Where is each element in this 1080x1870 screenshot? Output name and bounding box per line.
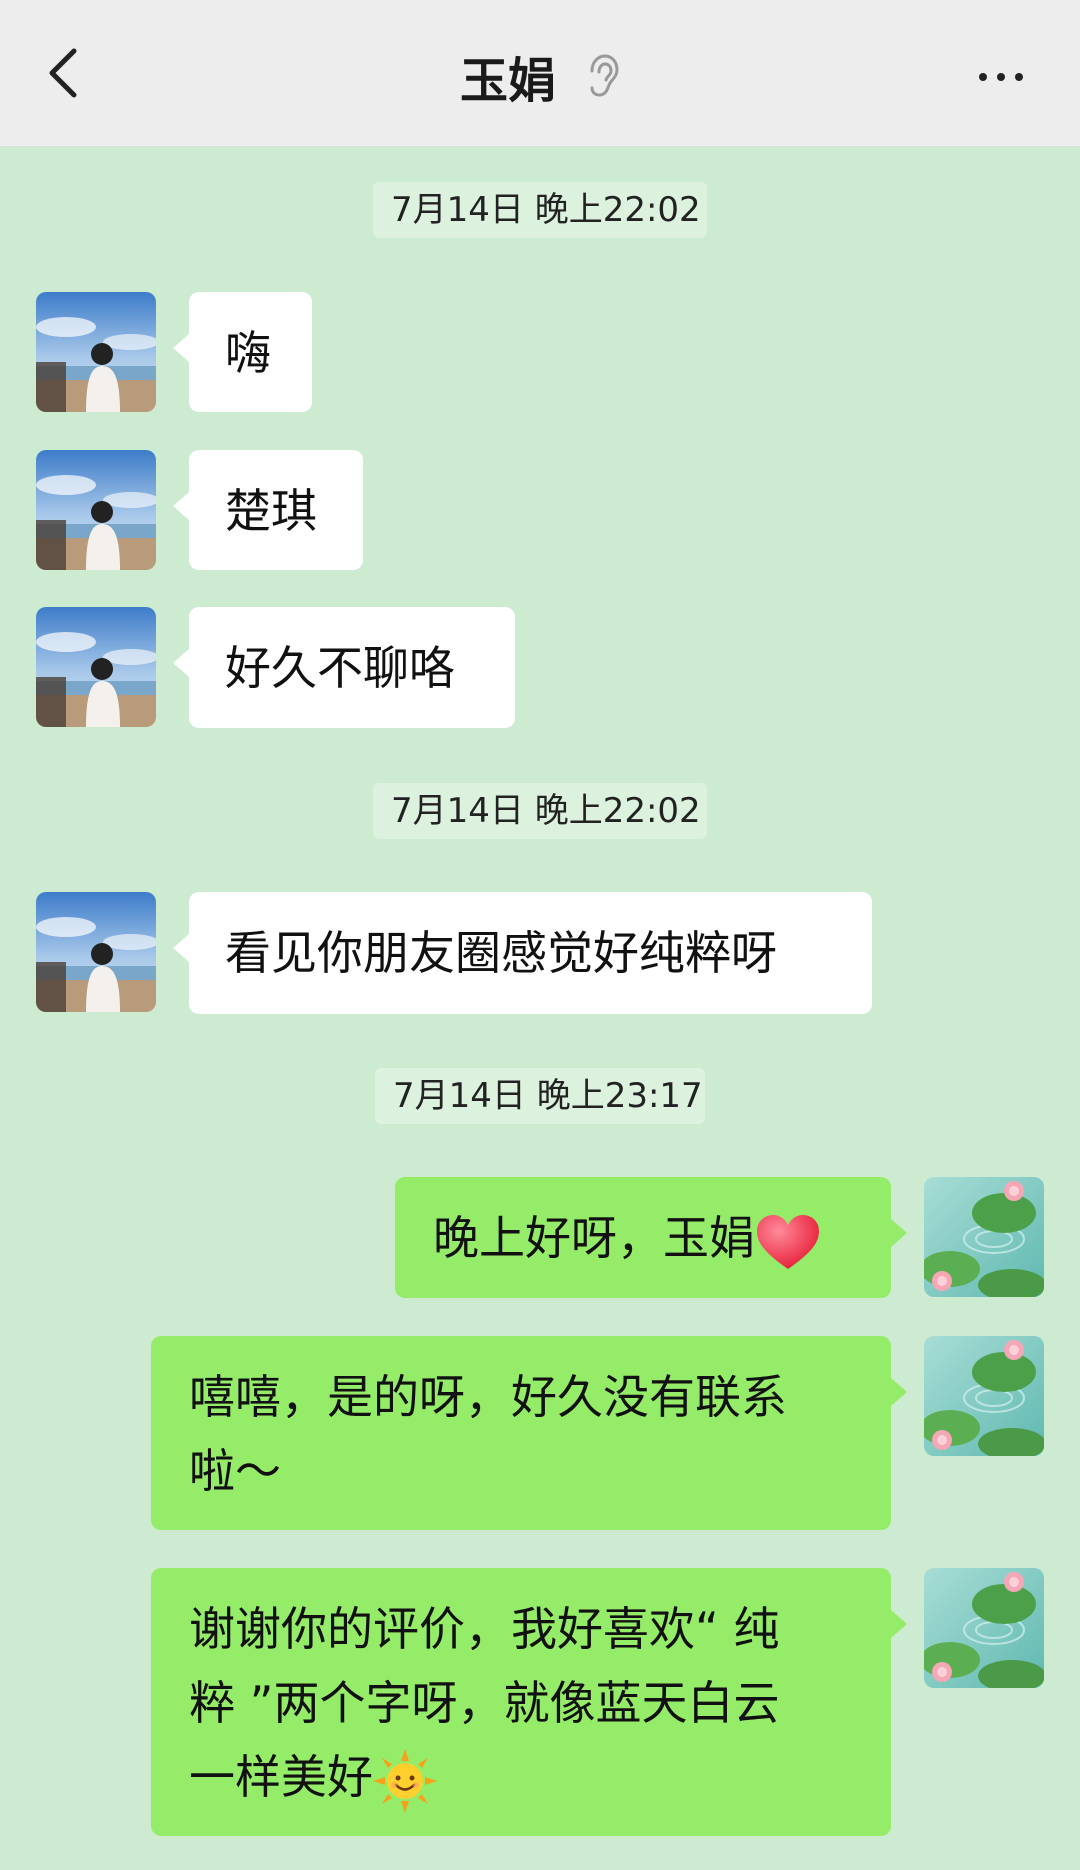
message-text-line: 一样美好	[189, 1750, 373, 1804]
message-text-line: 啦～	[189, 1444, 281, 1498]
sun-face-icon	[373, 1748, 437, 1813]
message-text-line: 粹 ”两个字呀，就像蓝天白云	[189, 1676, 780, 1730]
message-text: 好久不聊咯	[225, 641, 455, 695]
timestamp: 7月14日 晚上22:02	[373, 783, 707, 839]
incoming-message[interactable]: 看见你朋友圈感觉好纯粹呀	[173, 892, 872, 1014]
avatar-image	[36, 892, 156, 1012]
contact-avatar[interactable]	[36, 450, 156, 570]
contact-avatar[interactable]	[36, 607, 156, 727]
avatar-image	[924, 1568, 1044, 1688]
message-text: 看见你朋友圈感觉好纯粹呀	[225, 926, 777, 980]
more-dot	[1015, 73, 1023, 81]
avatar-image	[36, 292, 156, 412]
message-text-line: 谢谢你的评价，我好喜欢“ 纯	[189, 1602, 780, 1656]
message-text: 楚琪	[225, 484, 317, 538]
chat-title: 玉娟	[459, 53, 556, 109]
title-area: 玉娟	[0, 38, 1080, 114]
timestamp: 7月14日 晚上22:02	[373, 182, 707, 238]
message-text-line: 嘻嘻，是的呀，好久没有联系	[189, 1370, 787, 1424]
message-text: 晚上好呀，玉娟	[433, 1211, 755, 1265]
message-text-line-with-emoji: 一样美好	[189, 1740, 853, 1814]
ear-icon	[590, 54, 619, 97]
outgoing-message[interactable]: 嘻嘻，是的呀，好久没有联系 啦～	[151, 1336, 907, 1530]
my-avatar[interactable]	[924, 1336, 1044, 1456]
avatar-image	[924, 1177, 1044, 1297]
red-heart-icon	[757, 1214, 819, 1269]
my-avatar[interactable]	[924, 1568, 1044, 1688]
message-text: 嗨	[225, 326, 271, 380]
avatar-image	[924, 1336, 1044, 1456]
contact-avatar[interactable]	[36, 292, 156, 412]
chat-header: 玉娟	[0, 0, 1080, 147]
contact-avatar[interactable]	[36, 892, 156, 1012]
more-dot	[997, 73, 1005, 81]
more-dots-icon	[979, 73, 987, 81]
avatar-image	[36, 450, 156, 570]
incoming-message[interactable]: 好久不聊咯	[173, 607, 515, 728]
outgoing-message[interactable]: 谢谢你的评价，我好喜欢“ 纯 粹 ”两个字呀，就像蓝天白云 一样美好	[151, 1568, 907, 1836]
my-avatar[interactable]	[924, 1177, 1044, 1297]
avatar-image	[36, 607, 156, 727]
timestamp: 7月14日 晚上23:17	[375, 1068, 705, 1124]
outgoing-message[interactable]: 晚上好呀，玉娟	[395, 1177, 907, 1298]
more-button[interactable]	[966, 52, 1036, 102]
incoming-message[interactable]: 嗨	[173, 292, 312, 412]
incoming-message[interactable]: 楚琪	[173, 450, 363, 570]
